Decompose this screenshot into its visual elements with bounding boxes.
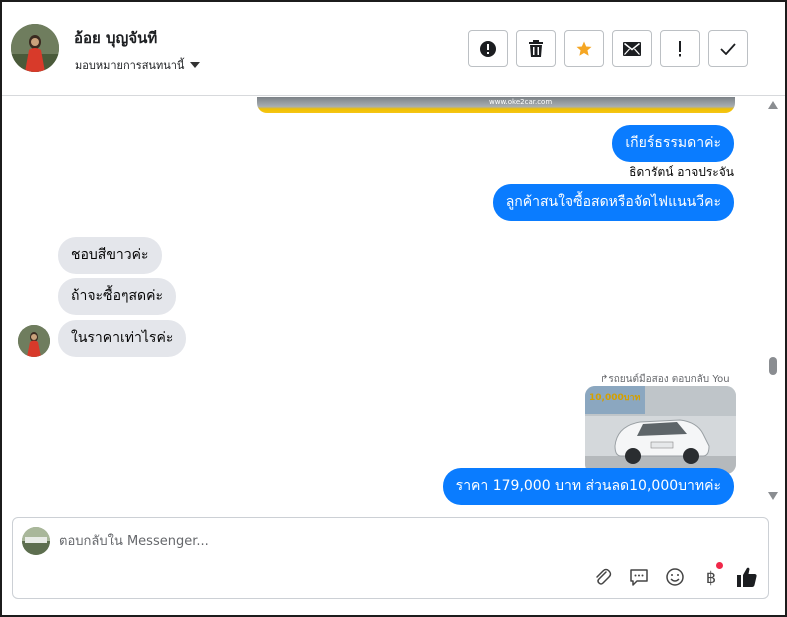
scroll-down-arrow-icon[interactable]	[768, 492, 778, 500]
sender-name-label: ธิดารัตน์ อาจประจัน	[629, 165, 734, 179]
message-composer: ฿	[12, 517, 769, 599]
delete-button[interactable]	[516, 30, 556, 67]
incoming-message[interactable]: ในราคาเท่าไรค่ะ	[58, 320, 187, 357]
conversation-header: อ้อย บุญจันที มอบหมายการสนทนานี้	[2, 2, 785, 96]
composer-toolbar: ฿	[591, 562, 759, 589]
baht-icon[interactable]: ฿	[699, 562, 723, 589]
email-button[interactable]	[612, 30, 652, 67]
assign-label: มอบหมายการสนทนานี้	[75, 59, 185, 72]
assign-conversation-dropdown[interactable]: มอบหมายการสนทนานี้	[75, 56, 201, 74]
page-avatar	[22, 527, 50, 555]
incoming-message[interactable]: ชอบสีขาวค่ะ	[58, 237, 162, 274]
mark-done-button[interactable]	[708, 30, 748, 67]
saved-replies-icon[interactable]	[627, 565, 651, 589]
incoming-message[interactable]: ถ้าจะซื้อๆสดค่ะ	[58, 278, 177, 315]
outgoing-message[interactable]: ราคา 179,000 บาท ส่วนลด10,000บาทค่ะ	[442, 468, 734, 505]
shared-image-attachment[interactable]: www.oke2car.com	[257, 97, 735, 113]
notification-dot	[716, 562, 723, 569]
scroll-up-arrow-icon[interactable]	[768, 101, 778, 109]
like-icon[interactable]	[735, 565, 759, 589]
alert-circle-icon	[480, 40, 496, 57]
reply-input[interactable]	[59, 529, 659, 553]
contact-name[interactable]: อ้อย บุญจันที	[74, 26, 157, 50]
mark-spam-button[interactable]	[468, 30, 508, 67]
caret-down-icon	[190, 62, 201, 68]
car-photo-attachment[interactable]: 10,000บาท	[585, 386, 736, 474]
outgoing-message[interactable]: ลูกค้าสนใจซื้อสดหรือจัดไฟแนนวีคะ	[492, 184, 734, 221]
baht-symbol: ฿	[705, 567, 717, 587]
contact-avatar[interactable]	[11, 24, 59, 72]
inbox-conversation-window: อ้อย บุญจันที มอบหมายการสนทนานี้ www.oke…	[0, 0, 787, 617]
conversation-actions	[468, 30, 748, 67]
image-caption: www.oke2car.com	[489, 98, 553, 106]
follow-up-button[interactable]	[660, 30, 700, 67]
outgoing-message[interactable]: เกียร์ธรรมดาค่ะ	[612, 125, 734, 162]
star-icon	[576, 41, 592, 56]
star-button[interactable]	[564, 30, 604, 67]
reply-reference-label: ↱รถยนต์มือสอง ตอบกลับ You	[600, 374, 730, 385]
trash-icon	[529, 39, 543, 57]
attach-icon[interactable]	[591, 565, 615, 589]
emoji-icon[interactable]	[663, 565, 687, 589]
scrollbar-thumb[interactable]	[769, 357, 777, 375]
chat-scrollbar[interactable]	[766, 97, 780, 509]
envelope-icon	[623, 41, 641, 56]
contact-avatar-small	[18, 325, 50, 357]
checkmark-icon	[720, 42, 736, 55]
exclamation-icon	[679, 40, 681, 56]
car-promo-text: 10,000บาท	[589, 393, 641, 403]
